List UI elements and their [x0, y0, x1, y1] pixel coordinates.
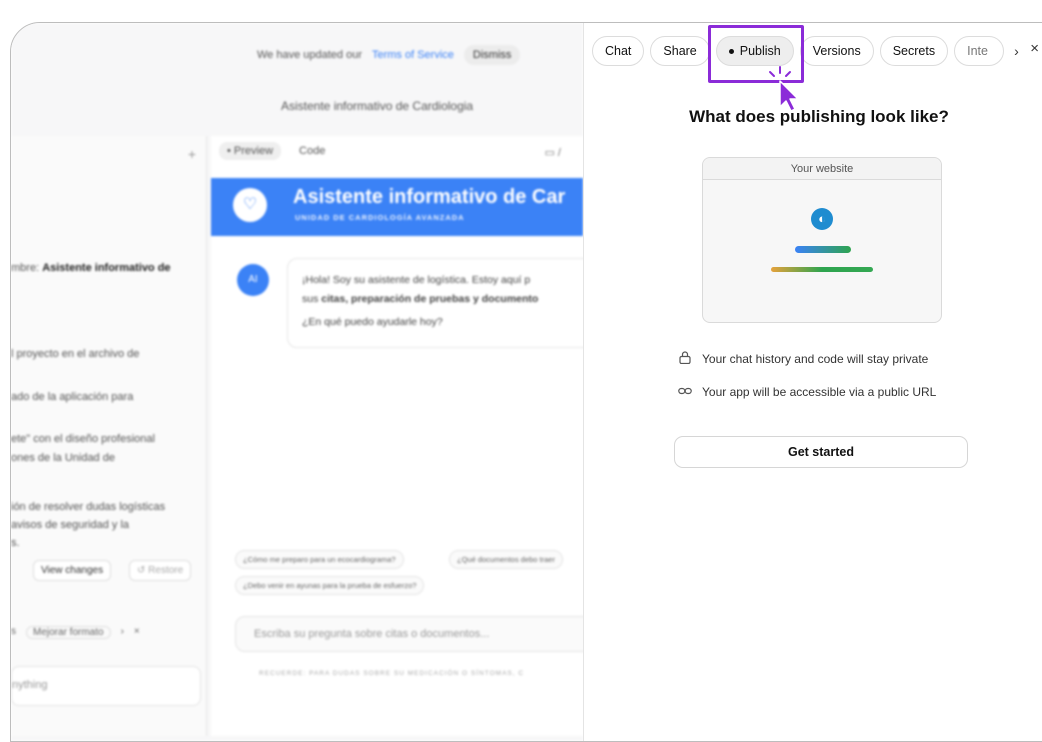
disclaimer: RECUERDE: PARA DUDAS SOBRE SU MEDICACIÓN… — [259, 670, 525, 677]
ask-input[interactable]: nything — [11, 666, 201, 706]
website-illustration: Your website ◐ — [702, 157, 942, 323]
chevron-right-icon[interactable]: › — [1014, 43, 1019, 59]
close-icon[interactable]: × — [1030, 40, 1039, 57]
illustration-bar — [795, 246, 851, 253]
panel-tabs: Chat Share Publish Versions Secrets Inte… — [592, 36, 1019, 66]
banner-subtitle: UNIDAD DE CARDIOLOGÍA AVANZADA — [295, 213, 465, 222]
sidebar-line: ones de la Unidad de — [11, 452, 115, 464]
assistant-message: ¡Hola! Soy su asistente de logística. Es… — [287, 258, 597, 348]
info-text: Your app will be accessible via a public… — [702, 385, 937, 399]
notice-text: We have updated our — [257, 49, 362, 61]
chat-sidebar: + mbre: Asistente informativo de l proye… — [11, 136, 207, 736]
footer-item: s — [11, 626, 16, 637]
chevron-right-icon[interactable]: › — [121, 626, 124, 639]
add-icon[interactable]: + — [188, 146, 196, 162]
sidebar-line: ado de la aplicación para — [11, 391, 134, 403]
tab-share[interactable]: Share — [650, 36, 710, 66]
dismiss-button[interactable]: Dismiss — [463, 45, 521, 65]
tab-secrets[interactable]: Secrets — [879, 36, 949, 66]
improve-format-chip[interactable]: Mejorar formato — [26, 626, 111, 639]
publish-panel: Chat Share Publish Versions Secrets Inte… — [583, 23, 1042, 741]
preview-tabs: • Preview Code — [219, 142, 325, 160]
close-icon[interactable]: × — [134, 626, 140, 639]
sidebar-footer: s Mejorar formato › × — [11, 626, 140, 639]
tab-code[interactable]: Code — [299, 145, 325, 160]
sidebar-line: l proyecto en el archivo de — [11, 348, 140, 360]
background-app: We have updated our Terms of Service Dis… — [11, 23, 597, 741]
device-icon[interactable]: ▭ / — [544, 146, 561, 159]
info-public-url: Your app will be accessible via a public… — [678, 385, 936, 399]
panel-heading: What does publishing look like? — [689, 107, 949, 126]
illustration-bar — [771, 267, 873, 272]
link-icon — [678, 385, 692, 399]
sidebar-line: ete" con el diseño profesional — [11, 433, 155, 445]
restore-button[interactable]: ↺ Restore — [129, 560, 192, 581]
get-started-button[interactable]: Get started — [674, 436, 968, 468]
tab-versions[interactable]: Versions — [799, 36, 874, 66]
suggestion-chip[interactable]: ¿Cómo me preparo para un ecocardiograma? — [235, 550, 404, 569]
app-banner: ♡ Asistente informativo de Car UNIDAD DE… — [211, 178, 583, 236]
banner-title: Asistente informativo de Car — [293, 186, 566, 208]
message-line: ¡Hola! Soy su asistente de logística. Es… — [302, 274, 531, 286]
suggestion-chip[interactable]: ¿Debo venir en ayunas para la prueba de … — [235, 576, 425, 595]
terms-link[interactable]: Terms of Service — [372, 49, 454, 61]
tab-integrations[interactable]: Inte — [954, 36, 1005, 66]
lock-icon — [678, 351, 692, 367]
ai-avatar: AI — [237, 264, 269, 296]
sidebar-line: s. — [11, 537, 20, 549]
heart-icon: ♡ — [233, 188, 267, 222]
sidebar-line: avisos de seguridad y la — [11, 519, 130, 531]
sidebar-line: ión de resolver dudas logísticas — [11, 501, 166, 513]
message-line: sus citas, preparación de pruebas y docu… — [302, 293, 539, 305]
tab-preview[interactable]: • Preview — [219, 142, 282, 160]
preview-pane: • Preview Code ▭ / ♡ Asistente informati… — [211, 136, 597, 736]
suggestion-chip[interactable]: ¿Qué documentos debo traer — [449, 550, 563, 569]
globe-icon: ◐ — [811, 208, 833, 230]
click-cursor-icon — [766, 66, 799, 112]
app-window: We have updated our Terms of Service Dis… — [10, 22, 1042, 742]
info-private: Your chat history and code will stay pri… — [678, 351, 928, 367]
view-changes-button[interactable]: View changes — [33, 560, 112, 581]
sidebar-line: mbre: Asistente informativo de — [11, 262, 171, 274]
app-title: Asistente informativo de Cardiologia — [281, 99, 474, 113]
tab-chat[interactable]: Chat — [592, 36, 645, 66]
message-line: ¿En qué puedo ayudarle hoy? — [302, 316, 443, 328]
terms-notice: We have updated our Terms of Service Dis… — [257, 45, 521, 65]
website-label: Your website — [703, 158, 941, 180]
info-text: Your chat history and code will stay pri… — [702, 352, 929, 366]
chat-input[interactable]: Escriba su pregunta sobre citas o docume… — [235, 616, 595, 652]
